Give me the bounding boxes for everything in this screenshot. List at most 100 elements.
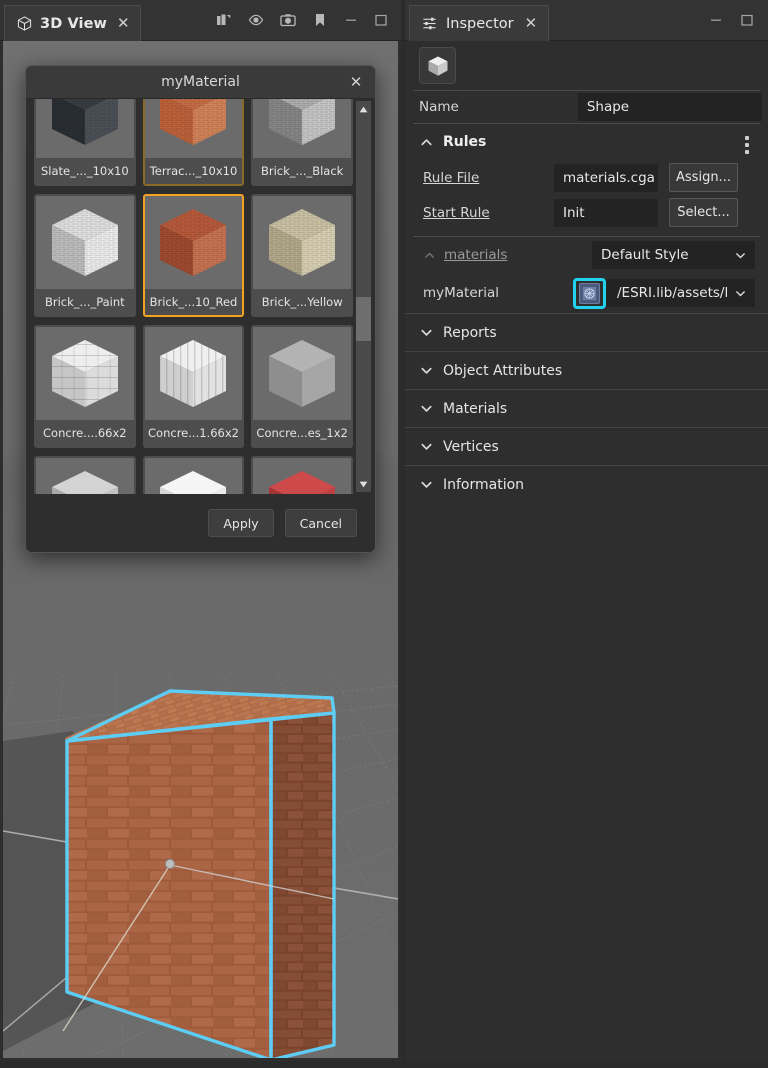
rule-file-row: Rule File materials.cga Assign... <box>405 160 768 195</box>
rules-overflow-menu-icon[interactable] <box>745 136 749 157</box>
minimize-button[interactable] <box>709 13 723 27</box>
inspector-section-vertices[interactable]: Vertices <box>405 427 768 465</box>
dialog-titlebar: myMaterial ✕ <box>26 66 375 99</box>
scroll-up-icon[interactable] <box>356 101 371 117</box>
material-label: Concre...1.66x2 <box>145 420 243 446</box>
chevron-down-icon <box>419 477 434 492</box>
material-picker-dialog: myMaterial ✕ Slate_..._10x10 <box>25 65 376 553</box>
chevron-down-icon <box>419 401 434 416</box>
inspector-section-materials[interactable]: Materials <box>405 389 768 427</box>
inspector-section-information[interactable]: Information <box>405 465 768 503</box>
material-label: Terrac..._10x10 <box>145 158 243 184</box>
material-cube-icon <box>261 333 343 415</box>
tab-3d-view[interactable]: 3D View ✕ <box>4 5 141 41</box>
material-grid: Slate_..._10x10 Terrac..._10x10 <box>34 99 353 494</box>
material-grid-scrollbar[interactable] <box>356 101 371 492</box>
apply-button[interactable]: Apply <box>208 509 273 537</box>
material-item[interactable] <box>251 456 353 494</box>
materials-group-label[interactable]: materials <box>444 247 507 263</box>
scrollbar-thumb[interactable] <box>356 297 371 341</box>
style-dropdown[interactable]: Default Style <box>592 241 755 269</box>
inspector-panel: Inspector ✕ <box>405 0 768 1061</box>
close-icon[interactable]: ✕ <box>525 16 538 31</box>
dialog-title: myMaterial <box>161 74 240 90</box>
maximize-button[interactable] <box>374 13 388 27</box>
material-thumbnail <box>36 458 134 494</box>
inspector-section-label: Object Attributes <box>443 363 562 379</box>
material-item[interactable]: Concre....66x2 <box>34 325 136 448</box>
material-item[interactable] <box>143 456 245 494</box>
application-window: 3D View ✕ <box>0 0 768 1068</box>
cancel-button[interactable]: Cancel <box>285 509 357 537</box>
inspector-section-reports[interactable]: Reports <box>405 313 768 351</box>
my-material-value: /ESRI.lib/assets/l <box>617 285 728 301</box>
material-thumbnail <box>145 458 243 494</box>
material-label: Concre....66x2 <box>36 420 134 446</box>
rule-file-label[interactable]: Rule File <box>423 170 554 186</box>
material-cube-icon <box>261 464 343 495</box>
material-grid-area[interactable]: Slate_..._10x10 Terrac..._10x10 <box>34 99 353 494</box>
texture-picker-button-highlight[interactable] <box>573 278 606 309</box>
dialog-footer: Apply Cancel <box>26 494 375 552</box>
material-cube-icon <box>152 202 234 284</box>
material-item[interactable]: Brick_..._Paint <box>34 194 136 317</box>
dialog-close-icon[interactable]: ✕ <box>348 74 364 90</box>
material-cube-icon <box>152 333 234 415</box>
material-cube-icon <box>44 464 126 495</box>
chevron-up-icon <box>419 135 434 150</box>
material-item[interactable]: Brick_..._Black <box>251 99 353 186</box>
rule-file-field[interactable]: materials.cga <box>554 164 658 192</box>
material-item[interactable]: Concre...es_1x2 <box>251 325 353 448</box>
assign-button[interactable]: Assign... <box>669 163 738 192</box>
start-rule-label[interactable]: Start Rule <box>423 205 554 221</box>
shape-object-icon-button[interactable] <box>419 47 456 84</box>
chevron-down-icon <box>419 439 434 454</box>
inspector-tabbar: Inspector ✕ <box>405 0 768 41</box>
material-item[interactable]: Slate_..._10x10 <box>34 99 136 186</box>
material-cube-icon <box>44 99 126 153</box>
camera-icon[interactable] <box>280 12 296 28</box>
chevron-up-icon[interactable] <box>423 249 436 262</box>
dialog-body: Slate_..._10x10 Terrac..._10x10 <box>26 99 375 494</box>
material-cube-icon <box>261 202 343 284</box>
close-icon[interactable]: ✕ <box>117 16 130 31</box>
material-item[interactable]: Terrac..._10x10 <box>143 99 245 186</box>
tab-3d-view-label: 3D View <box>40 16 107 32</box>
inspector-content: Name Shape Rules Rule File materials.cga… <box>405 41 768 1061</box>
name-row: Name Shape <box>405 91 768 123</box>
maximize-button[interactable] <box>740 13 754 27</box>
material-item[interactable]: Brick_...10_Red <box>143 194 245 317</box>
material-item[interactable]: Brick_...Yellow <box>251 194 353 317</box>
scroll-down-icon[interactable] <box>356 476 371 492</box>
my-material-row: myMaterial /ESRI.lib/assets/l <box>405 273 768 313</box>
material-label: Brick_..._Black <box>253 158 351 184</box>
layers-icon[interactable] <box>216 12 232 28</box>
material-label: Concre...es_1x2 <box>253 420 351 446</box>
style-dropdown-value: Default Style <box>601 247 689 263</box>
inspector-section-label: Vertices <box>443 439 499 455</box>
material-cube-icon <box>152 464 234 495</box>
material-cube-icon <box>44 202 126 284</box>
material-thumbnail <box>253 327 351 420</box>
select-button[interactable]: Select... <box>669 198 738 227</box>
tab-inspector[interactable]: Inspector ✕ <box>409 5 549 41</box>
material-thumbnail <box>253 458 351 494</box>
eye-icon[interactable] <box>248 12 264 28</box>
minimize-button[interactable] <box>344 13 358 27</box>
material-thumbnail <box>253 196 351 289</box>
material-thumbnail <box>145 196 243 289</box>
material-thumbnail <box>36 196 134 289</box>
bookmark-icon[interactable] <box>312 12 328 28</box>
material-thumbnail <box>145 99 243 158</box>
material-cube-icon <box>152 99 234 153</box>
material-item[interactable] <box>34 456 136 494</box>
material-thumbnail <box>253 99 351 158</box>
start-rule-field[interactable]: Init <box>554 199 658 227</box>
material-thumbnail <box>36 327 134 420</box>
chevron-down-icon <box>734 249 747 262</box>
inspector-section-object-attributes[interactable]: Object Attributes <box>405 351 768 389</box>
inspector-section-label: Information <box>443 477 524 493</box>
name-field[interactable]: Shape <box>578 93 762 121</box>
material-item[interactable]: Concre...1.66x2 <box>143 325 245 448</box>
rules-section-header[interactable]: Rules <box>405 124 768 160</box>
